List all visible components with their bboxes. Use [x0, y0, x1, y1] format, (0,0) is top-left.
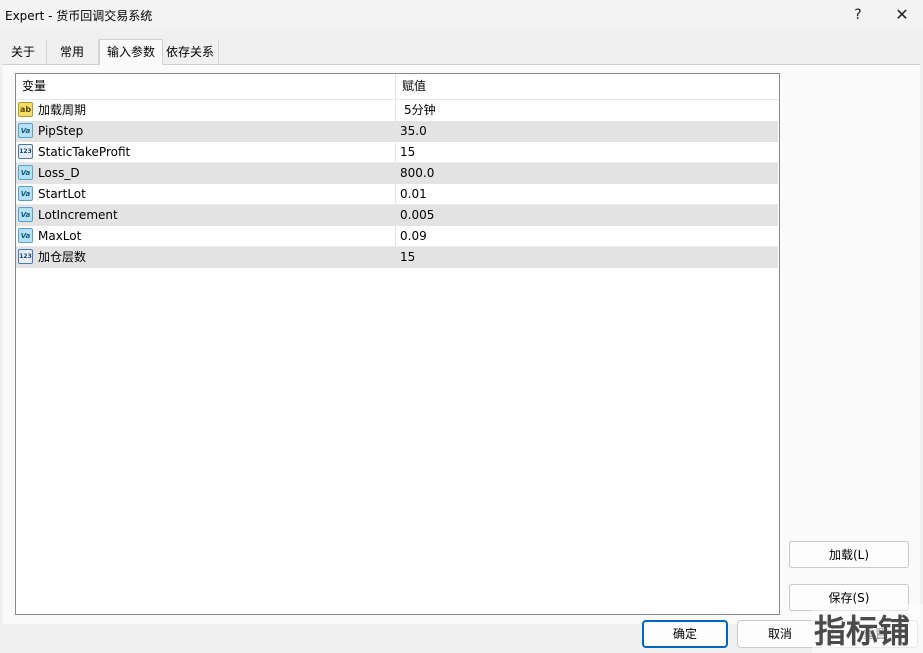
value-cell[interactable]: 15 [396, 142, 778, 163]
input-parameters-grid: 变量 赋值 ab 加载周期 5分钟 Va PipStep 35.0 123 St… [15, 73, 780, 615]
value-cell[interactable]: 0.09 [396, 226, 778, 247]
string-type-icon: ab [18, 102, 33, 117]
value-cell[interactable]: 800.0 [396, 163, 778, 184]
tab-strip: 关于 常用 输入参数 依存关系 [0, 39, 923, 65]
value-cell[interactable]: 5分钟 [396, 100, 778, 121]
variable-name: PipStep [38, 124, 84, 138]
variable-name: 加载周期 [38, 103, 87, 117]
variable-name: StartLot [38, 187, 86, 201]
ok-button[interactable]: 确定 [642, 620, 728, 648]
variable-cell: 123 StaticTakeProfit [16, 142, 396, 163]
table-row[interactable]: 123 StaticTakeProfit 15 [16, 142, 778, 163]
grid-header: 变量 赋值 [16, 74, 779, 100]
table-row[interactable]: Va Loss_D 800.0 [16, 163, 778, 184]
value-cell[interactable]: 15 [396, 247, 778, 268]
variable-type-icon: Va [18, 123, 33, 138]
variable-cell: Va StartLot [16, 184, 396, 205]
variable-cell: ab 加载周期 [16, 100, 396, 121]
integer-type-icon: 123 [18, 249, 33, 264]
close-button[interactable]: ✕ [887, 4, 917, 26]
table-row[interactable]: 123 加仓层数 15 [16, 247, 778, 268]
variable-name: StaticTakeProfit [38, 145, 131, 159]
variable-cell: Va LotIncrement [16, 205, 396, 226]
table-row[interactable]: Va StartLot 0.01 [16, 184, 778, 205]
tab-about[interactable]: 关于 [0, 40, 47, 64]
variable-type-icon: Va [18, 228, 33, 243]
column-header-value[interactable]: 赋值 [396, 74, 779, 99]
variable-value: 35.0 [400, 124, 427, 138]
variable-cell: Va PipStep [16, 121, 396, 142]
watermark-text: 指标铺 [814, 612, 910, 650]
table-row[interactable]: ab 加载周期 5分钟 [16, 100, 778, 121]
column-header-variable[interactable]: 变量 [16, 74, 396, 99]
title-bar: Expert - 货币回调交易系统 ? ✕ [0, 0, 923, 30]
variable-name: Loss_D [38, 166, 80, 180]
value-cell[interactable]: 0.005 [396, 205, 778, 226]
tab-common[interactable]: 常用 [46, 40, 99, 64]
variable-value: 0.01 [400, 187, 427, 201]
tab-inputs[interactable]: 输入参数 [99, 39, 163, 65]
variable-name: 加仓层数 [38, 250, 87, 264]
variable-value: 800.0 [400, 166, 435, 180]
variable-name: LotIncrement [38, 208, 118, 222]
variable-type-icon: Va [18, 186, 33, 201]
variable-cell: Va Loss_D [16, 163, 396, 184]
variable-type-icon: Va [18, 165, 33, 180]
integer-type-icon: 123 [18, 144, 33, 159]
load-button[interactable]: 加载(L) [789, 541, 909, 568]
variable-name: MaxLot [38, 229, 82, 243]
watermark-glyphs: 指标铺 [814, 612, 910, 650]
variable-cell: Va MaxLot [16, 226, 396, 247]
variable-value: 0.005 [400, 208, 435, 222]
tab-dependencies[interactable]: 依存关系 [162, 40, 219, 64]
table-row[interactable]: Va PipStep 35.0 [16, 121, 778, 142]
cancel-button[interactable]: 取消 [737, 620, 823, 648]
table-row[interactable]: Va MaxLot 0.09 [16, 226, 778, 247]
table-row[interactable]: Va LotIncrement 0.005 [16, 205, 778, 226]
value-cell[interactable]: 0.01 [396, 184, 778, 205]
variable-value: 15 [400, 145, 416, 159]
variable-value: 15 [400, 250, 416, 264]
help-button[interactable]: ? [843, 4, 873, 26]
value-cell[interactable]: 35.0 [396, 121, 778, 142]
variable-value: 0.09 [400, 229, 427, 243]
window-title: Expert - 货币回调交易系统 [5, 9, 153, 23]
variable-cell: 123 加仓层数 [16, 247, 396, 268]
variable-value: 5分钟 [404, 103, 436, 117]
watermark-logo: 指标铺 [812, 604, 923, 653]
variable-type-icon: Va [18, 207, 33, 222]
